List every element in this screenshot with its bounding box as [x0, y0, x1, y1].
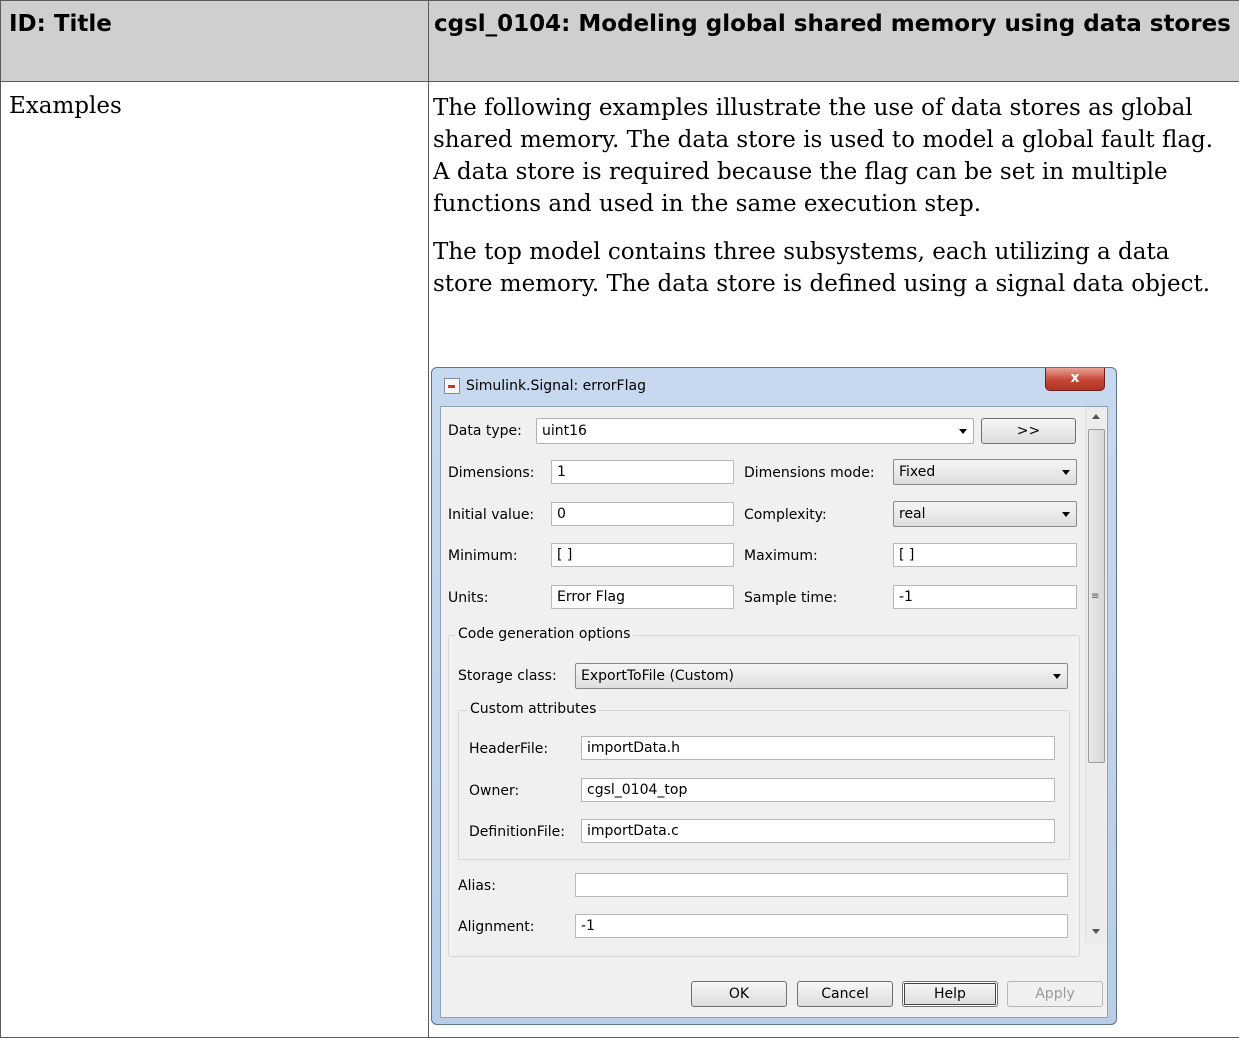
header-file-field[interactable]: importData.h — [581, 736, 1055, 760]
dialog-body: Data type: uint16 >> Dimensions: 1 Dimen… — [440, 406, 1108, 1018]
header-id-title: ID: Title — [1, 1, 429, 82]
dialog-titlebar[interactable]: Simulink.Signal: errorFlag x — [432, 368, 1116, 406]
vertical-scrollbar[interactable]: ≡ — [1085, 407, 1106, 943]
data-type-label: Data type: — [448, 422, 522, 440]
cancel-button[interactable]: Cancel — [797, 981, 893, 1007]
data-type-value: uint16 — [542, 423, 587, 439]
dimensions-field[interactable]: 1 — [551, 460, 734, 484]
code-generation-group-label: Code generation options — [455, 626, 633, 642]
units-field[interactable]: Error Flag — [551, 585, 734, 609]
header-guideline-title: cgsl_0104: Modeling global shared memory… — [429, 1, 1239, 82]
ok-button[interactable]: OK — [691, 981, 787, 1007]
scroll-down-icon[interactable] — [1092, 929, 1100, 934]
row-label-examples: Examples — [1, 82, 429, 1038]
close-button[interactable]: x — [1045, 368, 1105, 391]
complexity-select[interactable]: real — [893, 501, 1077, 527]
sample-time-field[interactable]: -1 — [893, 585, 1077, 609]
alignment-label: Alignment: — [458, 918, 534, 936]
alignment-field[interactable]: -1 — [575, 914, 1068, 938]
grip-icon: ≡ — [1091, 592, 1099, 602]
close-icon: x — [1070, 370, 1079, 386]
signal-dialog: Simulink.Signal: errorFlag x Data type: … — [431, 367, 1117, 1025]
paragraph-top-model: The top model contains three subsystems,… — [433, 236, 1235, 300]
data-type-select[interactable]: uint16 — [536, 418, 974, 444]
apply-button[interactable]: Apply — [1007, 981, 1103, 1007]
chevron-down-icon — [1053, 674, 1061, 679]
storage-class-value: ExportToFile (Custom) — [581, 668, 734, 684]
chevron-down-icon — [959, 429, 967, 434]
scroll-up-icon[interactable] — [1092, 414, 1100, 419]
chevron-down-icon — [1062, 512, 1070, 517]
table-header-row: ID: Title cgsl_0104: Modeling global sha… — [1, 1, 1239, 82]
maximum-label: Maximum: — [744, 547, 818, 565]
dimensions-mode-value: Fixed — [899, 464, 935, 480]
complexity-value: real — [899, 506, 926, 522]
dialog-title: Simulink.Signal: errorFlag — [466, 378, 646, 394]
storage-class-select[interactable]: ExportToFile (Custom) — [575, 663, 1068, 689]
chevron-down-icon — [1062, 470, 1070, 475]
dimensions-mode-select[interactable]: Fixed — [893, 459, 1077, 485]
custom-attributes-group-label: Custom attributes — [467, 701, 599, 717]
units-label: Units: — [448, 589, 489, 607]
initial-value-label: Initial value: — [448, 506, 534, 524]
paragraph-intro: The following examples illustrate the us… — [433, 92, 1235, 220]
dimensions-label: Dimensions: — [448, 464, 534, 482]
minimum-field[interactable]: [ ] — [551, 543, 734, 567]
sample-time-label: Sample time: — [744, 589, 837, 607]
simulink-icon — [444, 378, 460, 394]
minimum-label: Minimum: — [448, 547, 518, 565]
owner-field[interactable]: cgsl_0104_top — [581, 778, 1055, 802]
definition-file-label: DefinitionFile: — [469, 823, 565, 841]
storage-class-label: Storage class: — [458, 667, 557, 685]
help-button[interactable]: Help — [902, 981, 998, 1007]
dimensions-mode-label: Dimensions mode: — [744, 464, 875, 482]
header-file-label: HeaderFile: — [469, 740, 548, 758]
owner-label: Owner: — [469, 782, 519, 800]
initial-value-field[interactable]: 0 — [551, 502, 734, 526]
complexity-label: Complexity: — [744, 506, 827, 524]
alias-field[interactable] — [575, 873, 1068, 897]
definition-file-field[interactable]: importData.c — [581, 819, 1055, 843]
maximum-field[interactable]: [ ] — [893, 543, 1077, 567]
alias-label: Alias: — [458, 877, 496, 895]
expand-button[interactable]: >> — [981, 418, 1076, 444]
